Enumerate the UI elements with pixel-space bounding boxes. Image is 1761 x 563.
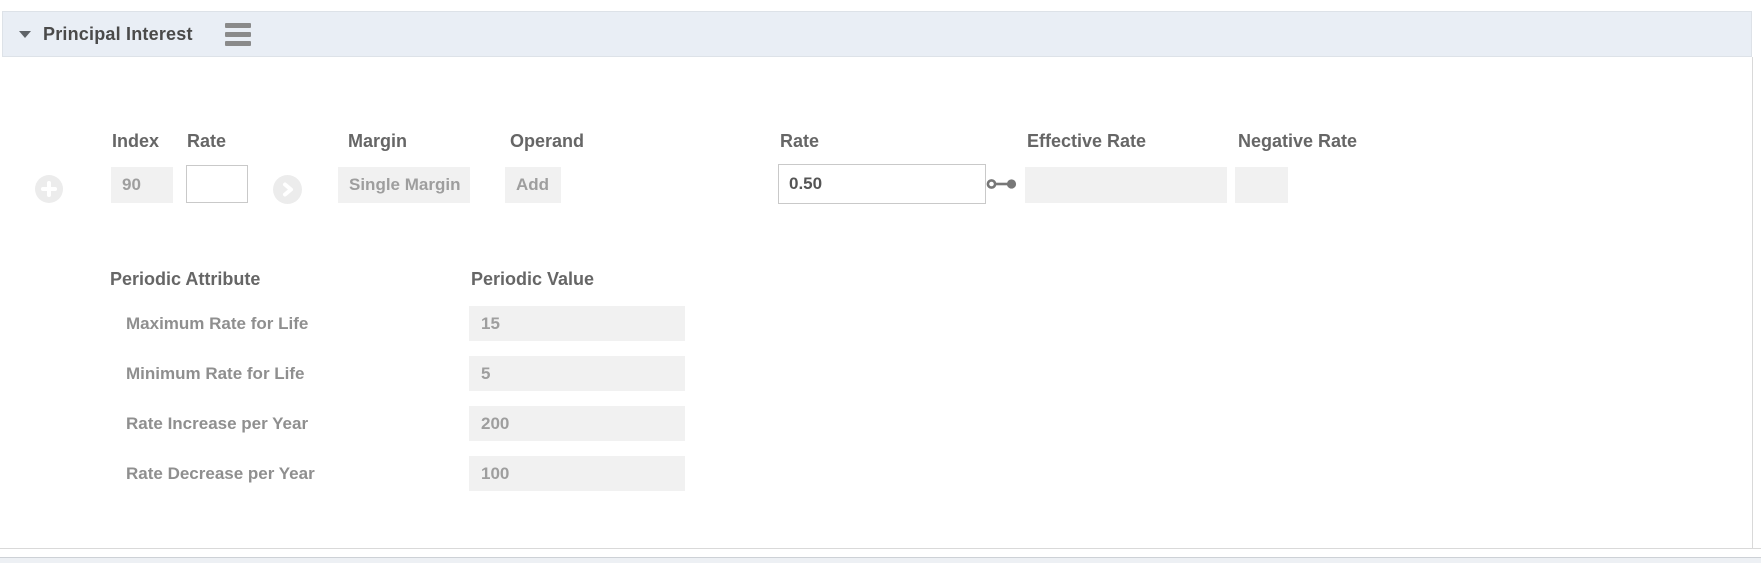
periodic-row-value: 200 — [469, 406, 685, 441]
periodic-row-value: 5 — [469, 356, 685, 391]
hamburger-icon[interactable] — [225, 23, 251, 46]
chevron-right-icon — [279, 181, 296, 198]
periodic-row-label: Rate Decrease per Year — [126, 464, 315, 484]
index-field: 90 — [111, 167, 173, 203]
rate2-label: Rate — [780, 131, 819, 152]
negative-rate-label: Negative Rate — [1238, 131, 1357, 152]
negative-rate-field — [1235, 167, 1288, 203]
periodic-value-header: Periodic Value — [471, 269, 594, 290]
add-row-button[interactable] — [35, 175, 63, 203]
periodic-row-label: Minimum Rate for Life — [126, 364, 305, 384]
plus-icon — [41, 181, 57, 197]
periodic-row-value: 100 — [469, 456, 685, 491]
effective-rate-field — [1025, 167, 1227, 203]
rate-label: Rate — [187, 131, 226, 152]
margin-label: Margin — [348, 131, 407, 152]
expand-row-button[interactable] — [273, 175, 302, 204]
section-divider — [0, 548, 1761, 549]
caret-down-icon[interactable] — [19, 31, 31, 38]
next-section-edge — [0, 557, 1761, 563]
panel-right-border — [1752, 57, 1753, 548]
rate2-input[interactable] — [778, 164, 986, 204]
key-icon[interactable] — [986, 176, 1018, 197]
rate-input[interactable] — [186, 165, 248, 203]
principal-interest-panel: Principal Interest Index Rate Margin Ope… — [0, 0, 1761, 563]
operand-field: Add — [505, 167, 561, 203]
periodic-row-label: Rate Increase per Year — [126, 414, 308, 434]
effective-rate-label: Effective Rate — [1027, 131, 1146, 152]
operand-label: Operand — [510, 131, 584, 152]
index-label: Index — [112, 131, 159, 152]
section-title: Principal Interest — [43, 24, 193, 45]
periodic-row-label: Maximum Rate for Life — [126, 314, 308, 334]
section-header[interactable]: Principal Interest — [2, 11, 1752, 57]
periodic-row-value: 15 — [469, 306, 685, 341]
periodic-attribute-header: Periodic Attribute — [110, 269, 260, 290]
margin-field: Single Margin — [338, 167, 470, 203]
